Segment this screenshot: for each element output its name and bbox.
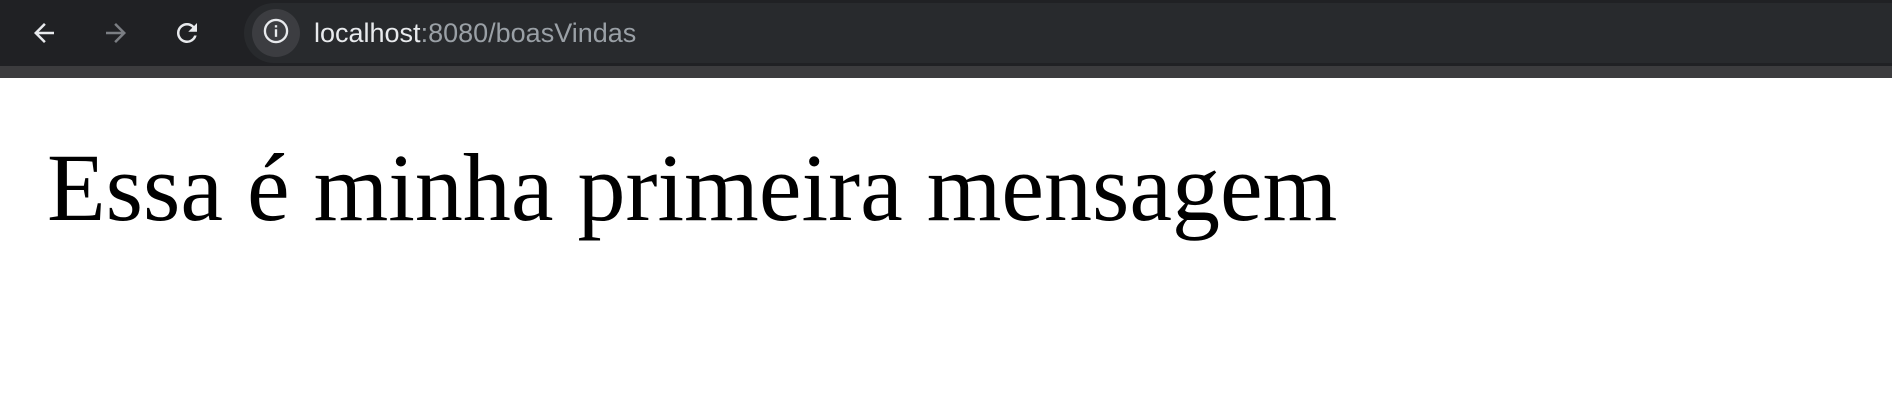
url-text[interactable]: localhost:8080/boasVindas <box>314 18 636 48</box>
arrow-left-icon <box>29 18 59 48</box>
page-heading: Essa é minha primeira mensagem <box>47 134 1338 241</box>
reload-button[interactable] <box>163 9 211 57</box>
reload-icon <box>172 18 202 48</box>
browser-toolbar: localhost:8080/boasVindas <box>0 0 1892 78</box>
url-host: localhost <box>314 18 421 48</box>
page-content: Essa é minha primeira mensagem <box>0 78 1892 412</box>
address-bar[interactable]: localhost:8080/boasVindas <box>244 3 1892 63</box>
forward-button[interactable] <box>92 9 140 57</box>
url-path: :8080/boasVindas <box>420 18 637 48</box>
back-button[interactable] <box>20 9 68 57</box>
arrow-right-icon <box>101 18 131 48</box>
site-info-button[interactable] <box>252 9 300 57</box>
info-icon <box>262 17 290 50</box>
